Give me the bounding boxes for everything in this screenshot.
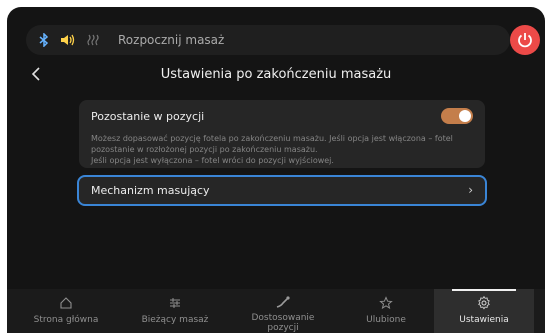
nav-item-current-massage[interactable]: Bieżący masaż — [125, 289, 225, 333]
description-line: Jeśli opcja jest wyłączona – fotel wróci… — [91, 156, 334, 165]
power-icon — [518, 33, 532, 48]
page-title: Ustawienia po zakończeniu masażu — [160, 67, 392, 82]
nav-label: Strona główna — [33, 315, 99, 325]
nav-item-settings[interactable]: Ustawienia — [434, 289, 534, 333]
recline-icon — [275, 294, 291, 310]
chevron-right-icon: › — [468, 183, 473, 197]
nav-item-favorites[interactable]: Ulubione — [336, 289, 436, 333]
start-massage-label[interactable]: Rozpocznij masaż — [118, 25, 224, 55]
stay-in-position-toggle[interactable] — [441, 108, 473, 124]
stay-in-position-description: Możesz dopasować pozycję fotela po zakoń… — [91, 133, 481, 166]
sliders-icon — [168, 294, 182, 312]
massage-mechanism-row[interactable]: Mechanizm masujący › — [77, 175, 487, 206]
stay-in-position-card: Pozostanie w pozycji Możesz dopasować po… — [79, 100, 485, 168]
app-screen: Rozpocznij masaż Ustawienia po zakończen… — [7, 7, 545, 333]
nav-item-position-adjust[interactable]: Dostosowanie pozycji — [233, 289, 333, 333]
status-bar: Rozpocznij masaż — [26, 25, 510, 55]
nav-item-home[interactable]: Strona główna — [16, 289, 116, 333]
star-icon — [379, 294, 393, 312]
massage-mechanism-label: Mechanizm masujący — [91, 184, 210, 197]
bluetooth-icon[interactable] — [34, 30, 54, 50]
nav-label: Ulubione — [366, 315, 406, 325]
heat-icon[interactable] — [83, 30, 103, 50]
bottom-navigation: Strona główna Bieżący masaż Dostosowanie… — [7, 289, 545, 333]
active-indicator — [452, 289, 516, 291]
power-button[interactable] — [510, 25, 540, 55]
toggle-knob — [459, 110, 471, 122]
sound-icon[interactable] — [58, 30, 78, 50]
description-line: Możesz dopasować pozycję fotela po zakoń… — [91, 134, 453, 143]
stay-in-position-label: Pozostanie w pozycji — [91, 110, 205, 123]
description-line: pozostanie w rozłożonej pozycji po zakoń… — [91, 145, 318, 154]
home-icon — [59, 294, 73, 312]
nav-label: Bieżący masaż — [141, 315, 209, 325]
gear-icon — [477, 294, 491, 312]
nav-label: Dostosowanie pozycji — [251, 313, 315, 333]
nav-label: Ustawienia — [459, 315, 509, 325]
